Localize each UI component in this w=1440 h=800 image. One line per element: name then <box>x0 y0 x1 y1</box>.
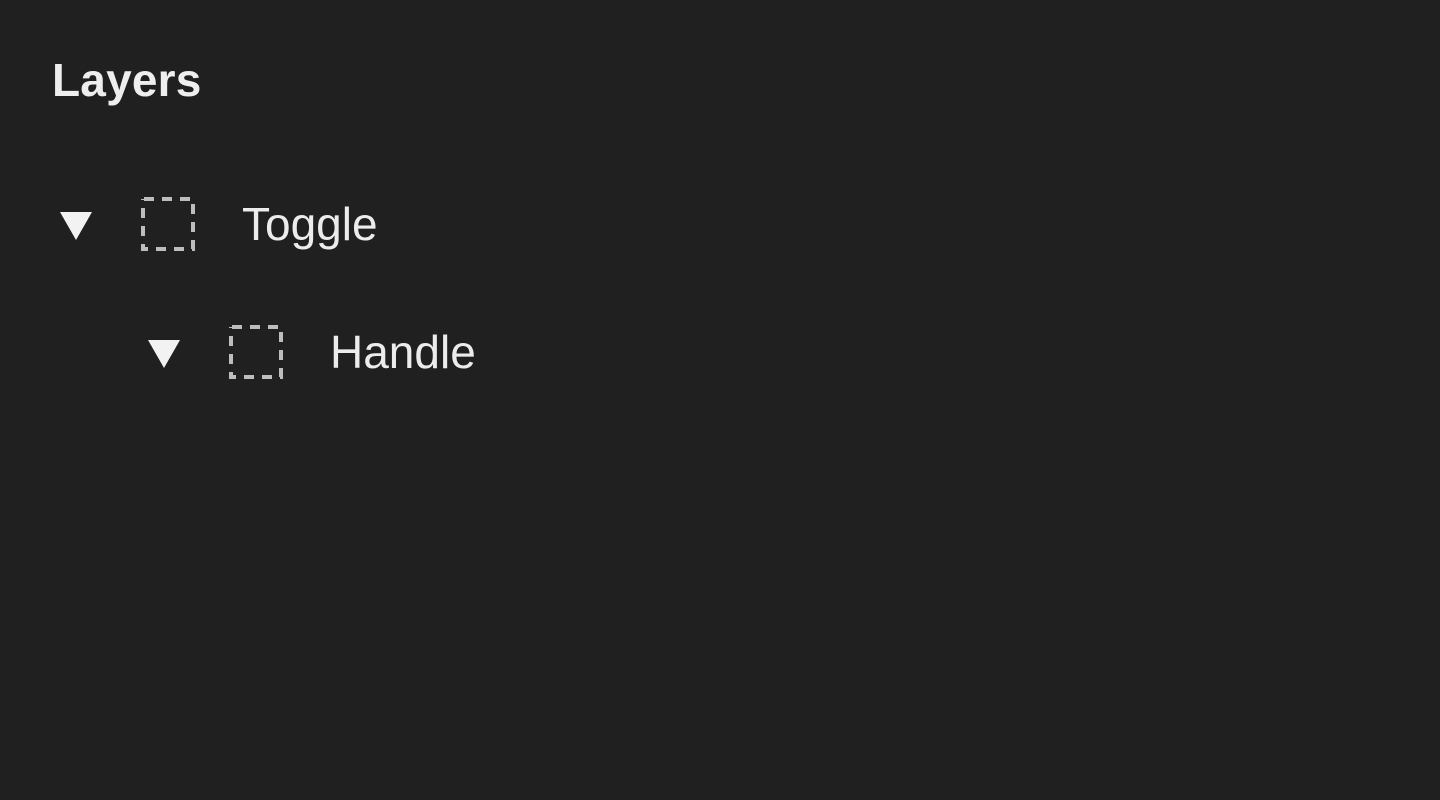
frame-icon <box>141 197 195 251</box>
frame-icon <box>229 325 283 379</box>
layers-panel: Layers Toggle Handle <box>0 0 1440 800</box>
layer-row-toggle[interactable]: Toggle <box>56 192 656 256</box>
triangle-down-icon[interactable] <box>60 212 92 240</box>
layer-label: Handle <box>330 326 476 378</box>
panel-title: Layers <box>52 54 202 106</box>
layer-label: Toggle <box>242 198 378 250</box>
layer-row-handle[interactable]: Handle <box>144 320 744 384</box>
triangle-down-icon[interactable] <box>148 340 180 368</box>
